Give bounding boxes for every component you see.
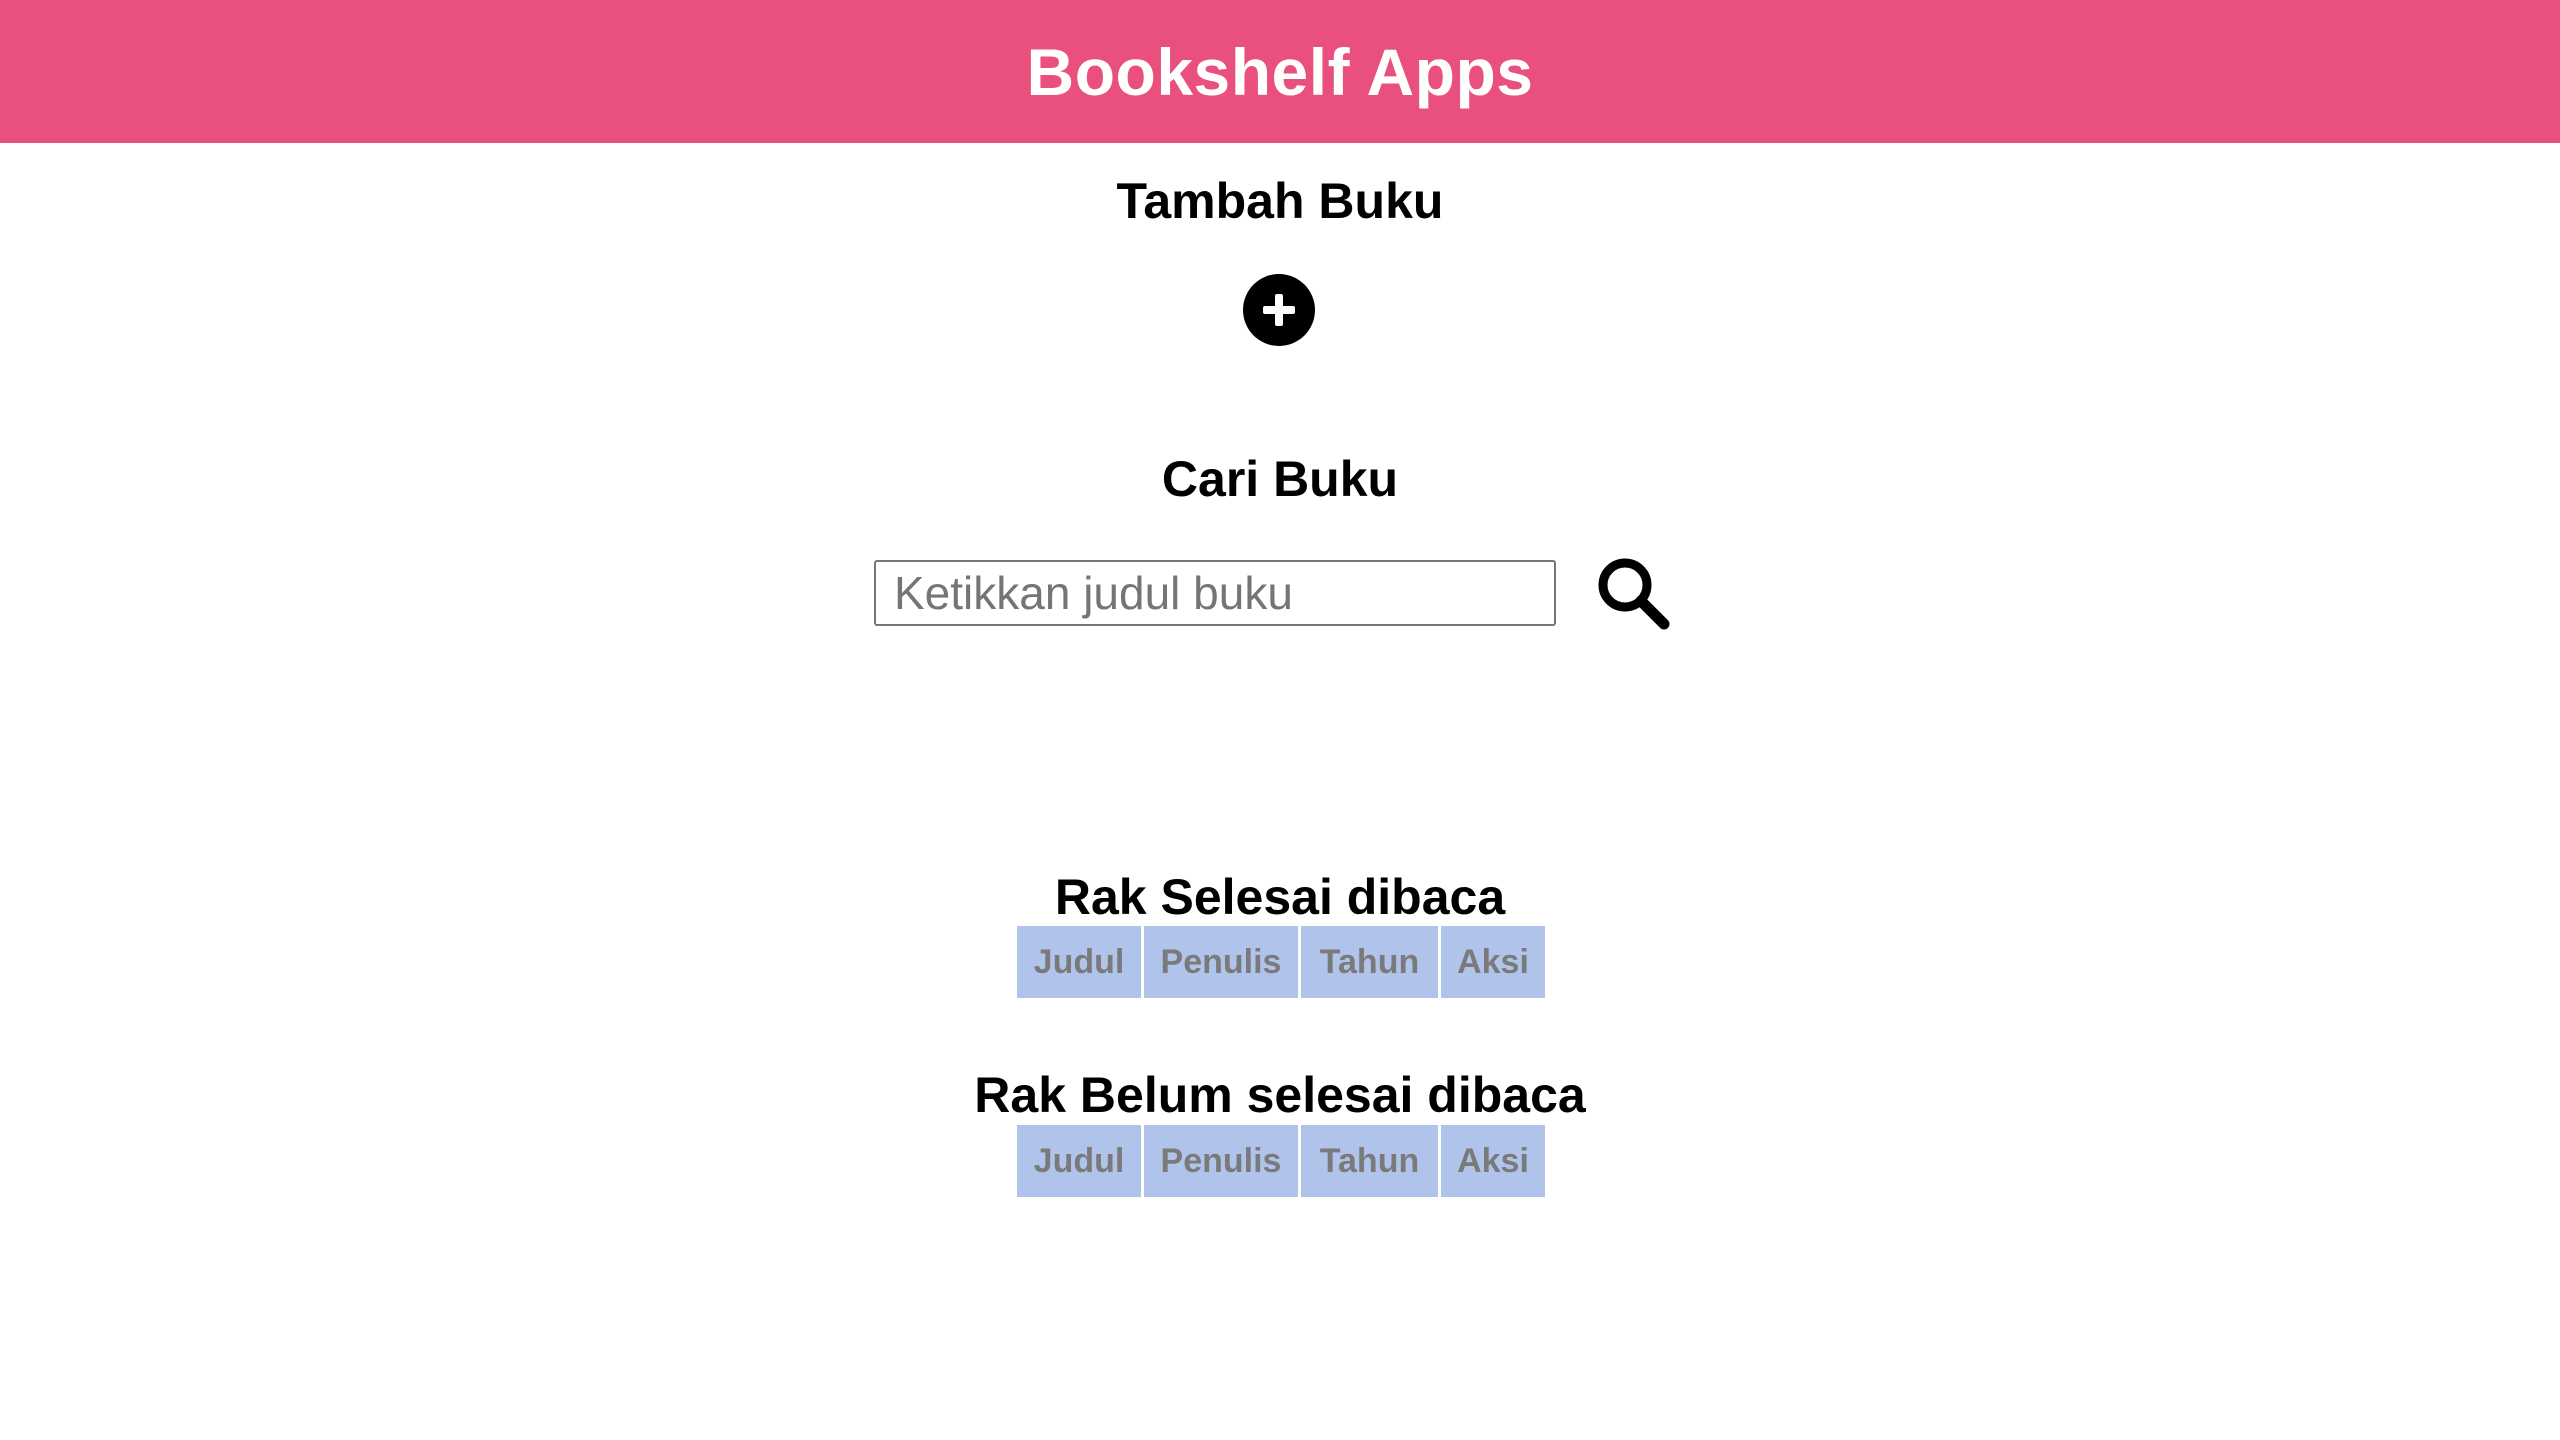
shelf-finished-title: Rak Selesai dibaca	[1054, 869, 1506, 925]
add-book-title: Tambah Buku	[1116, 173, 1444, 229]
add-book-button[interactable]	[1243, 274, 1315, 346]
column-header-tahun: Tahun	[1301, 926, 1438, 998]
shelf-unfinished-table: Judul Penulis Tahun Aksi	[1014, 1125, 1548, 1197]
column-header-aksi: Aksi	[1441, 926, 1545, 998]
column-header-aksi: Aksi	[1441, 1125, 1545, 1197]
search-book-title: Cari Buku	[1161, 451, 1399, 507]
column-header-tahun: Tahun	[1301, 1125, 1438, 1197]
search-input[interactable]	[874, 560, 1556, 626]
search-button[interactable]	[1592, 552, 1672, 632]
app-title: Bookshelf Apps	[1026, 34, 1534, 109]
column-header-penulis: Penulis	[1144, 1125, 1298, 1197]
column-header-penulis: Penulis	[1144, 926, 1298, 998]
magnifier-icon	[1598, 558, 1670, 630]
column-header-judul: Judul	[1017, 1125, 1141, 1197]
shelf-finished-table: Judul Penulis Tahun Aksi	[1014, 926, 1548, 998]
shelf-unfinished-title: Rak Belum selesai dibaca	[974, 1067, 1586, 1123]
table-header-row: Judul Penulis Tahun Aksi	[1017, 1125, 1545, 1197]
app-header: Bookshelf Apps	[0, 0, 2560, 143]
table-header-row: Judul Penulis Tahun Aksi	[1017, 926, 1545, 998]
column-header-judul: Judul	[1017, 926, 1141, 998]
